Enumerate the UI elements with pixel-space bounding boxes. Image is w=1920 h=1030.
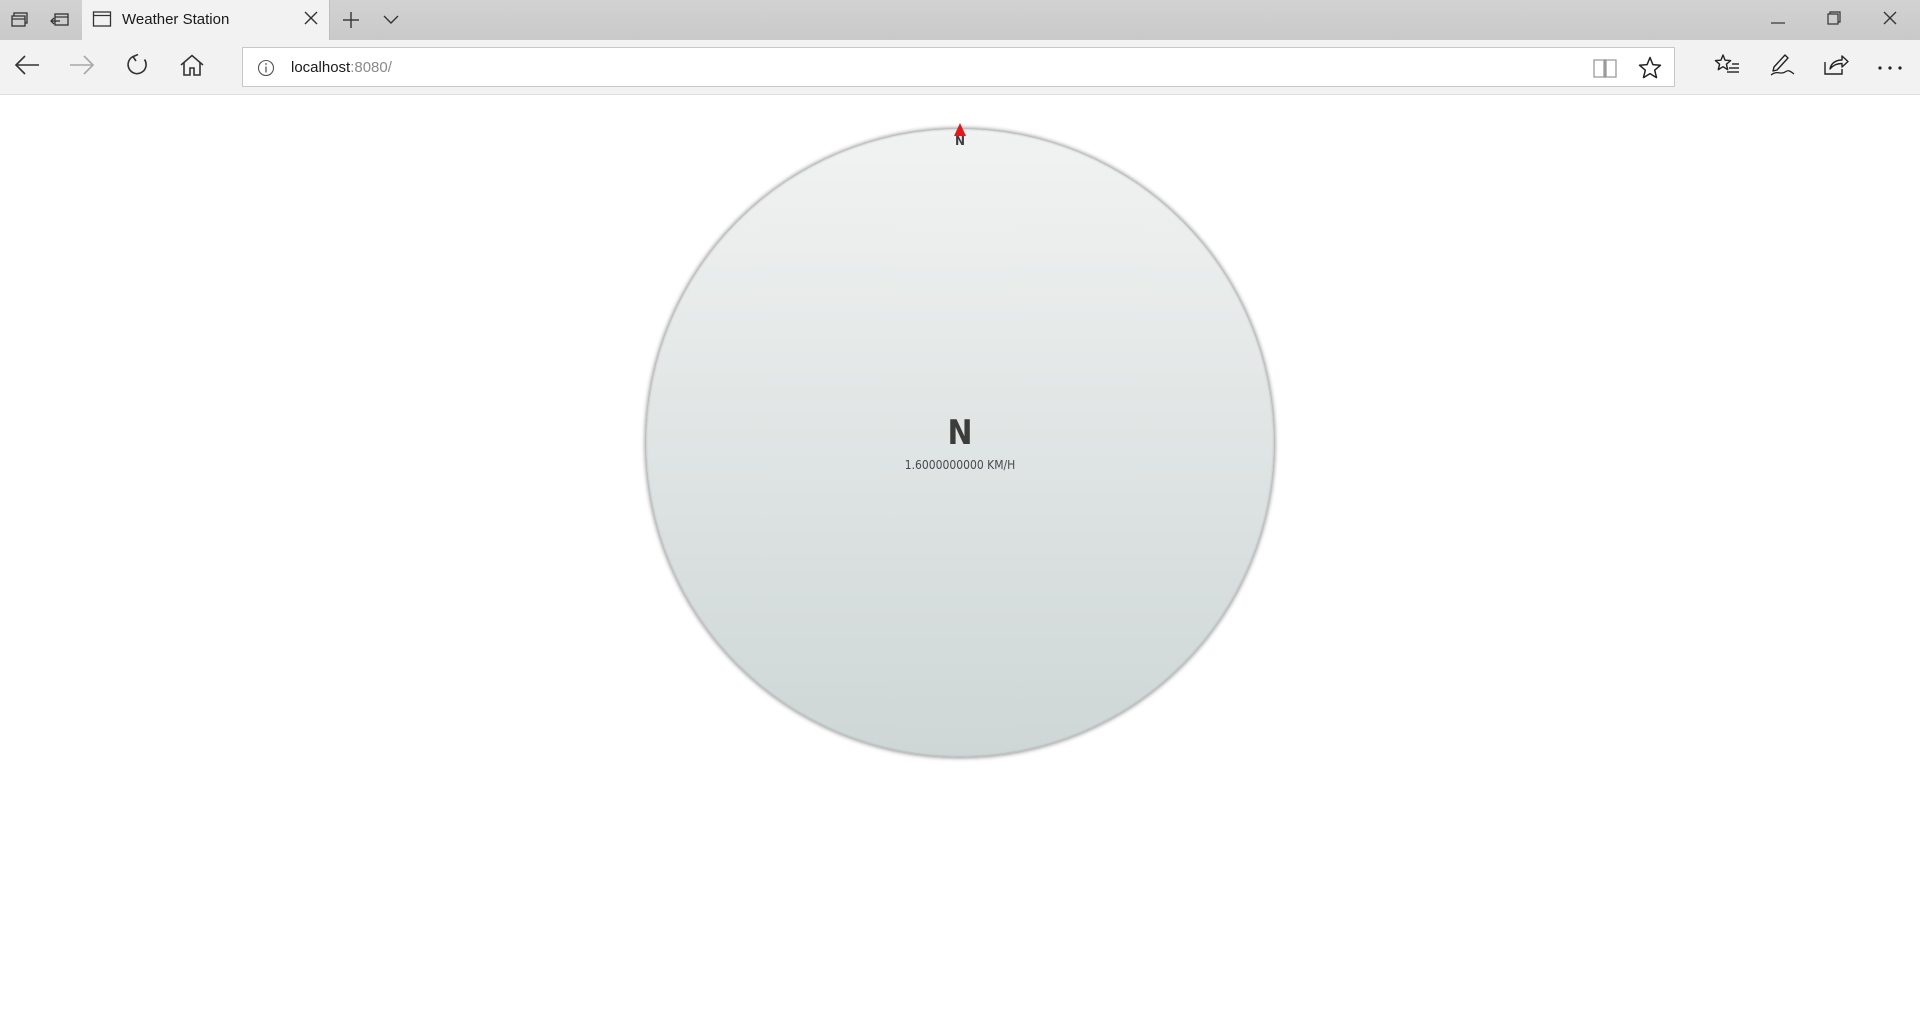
- forward-arrow-icon: [69, 54, 95, 80]
- active-tab[interactable]: Weather Station: [82, 0, 330, 40]
- add-favorite-button[interactable]: [1638, 56, 1662, 85]
- new-tab-button[interactable]: [331, 0, 371, 40]
- url-text[interactable]: localhost:8080/: [291, 59, 392, 76]
- plus-icon: [342, 11, 360, 29]
- close-tab-button[interactable]: [301, 10, 321, 30]
- refresh-button[interactable]: [115, 47, 159, 87]
- set-aside-tabs-button[interactable]: [40, 0, 80, 40]
- forward-button[interactable]: [60, 47, 104, 87]
- home-icon: [180, 53, 204, 81]
- home-button[interactable]: [170, 47, 214, 87]
- tab-title: Weather Station: [122, 11, 230, 28]
- tab-list-button[interactable]: [371, 0, 411, 40]
- minimize-button[interactable]: [1750, 0, 1806, 40]
- back-arrow-icon: [14, 54, 40, 80]
- page-content: N N 1.6000000000 KM/H: [0, 96, 1920, 1030]
- page-icon: [92, 10, 112, 33]
- favorites-list-icon: [1714, 53, 1740, 82]
- book-icon: [1592, 59, 1618, 83]
- tab-preview-button[interactable]: [0, 0, 40, 40]
- set-aside-tabs-icon: [50, 12, 70, 28]
- navigation-bar: localhost:8080/: [0, 40, 1920, 95]
- more-icon: [1877, 58, 1903, 76]
- chevron-down-icon: [383, 15, 399, 25]
- star-icon: [1638, 56, 1662, 84]
- notes-button[interactable]: [1760, 47, 1804, 87]
- close-window-button[interactable]: [1862, 0, 1918, 40]
- close-window-icon: [1883, 11, 1897, 30]
- url-host: localhost: [291, 59, 351, 76]
- share-button[interactable]: [1814, 47, 1858, 87]
- wind-speed-text: 1.6000000000 KM/H: [904, 458, 1016, 472]
- needle-cardinal-label: N: [954, 134, 966, 148]
- title-bar: Weather Station: [0, 0, 1920, 40]
- more-button[interactable]: [1868, 47, 1912, 87]
- refresh-icon: [125, 53, 149, 82]
- restore-button[interactable]: [1806, 0, 1862, 40]
- reading-view-button[interactable]: [1592, 57, 1618, 84]
- url-rest: :8080/: [350, 59, 392, 76]
- close-icon: [304, 11, 318, 30]
- address-bar[interactable]: localhost:8080/: [242, 47, 1675, 87]
- tab-preview-icon: [11, 12, 29, 28]
- minimize-icon: [1771, 11, 1785, 29]
- share-icon: [1823, 53, 1849, 82]
- back-button[interactable]: [5, 47, 49, 87]
- restore-icon: [1827, 10, 1841, 30]
- favorites-hub-button[interactable]: [1705, 47, 1749, 87]
- wind-direction-text: N: [947, 413, 973, 453]
- pen-icon: [1769, 53, 1795, 82]
- info-icon[interactable]: [257, 59, 275, 82]
